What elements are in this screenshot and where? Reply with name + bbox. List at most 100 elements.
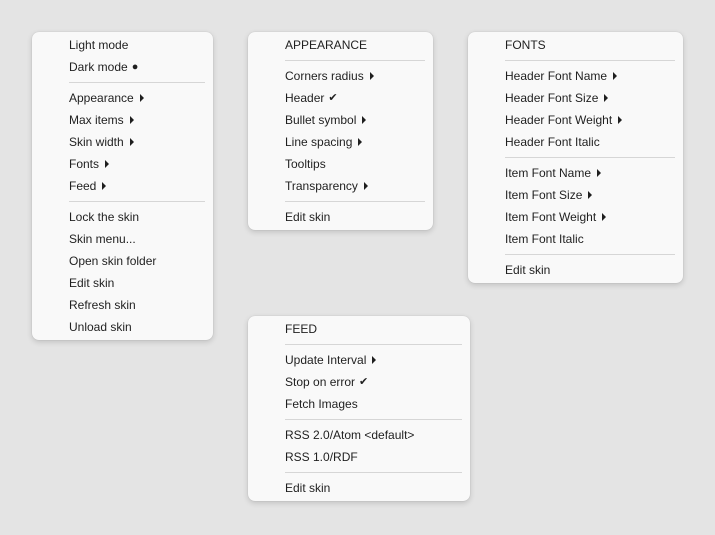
submenu-header: FEED — [285, 322, 318, 336]
menu-item-label: Transparency — [285, 179, 358, 193]
submenu-arrow-icon — [105, 160, 110, 168]
menu-item-label: Corners radius — [285, 69, 364, 83]
menu-item-refresh-skin[interactable]: Refresh skin — [40, 294, 205, 316]
menu-separator — [69, 82, 205, 83]
menu-item-corners-radius[interactable]: Corners radius — [256, 65, 425, 87]
submenu-arrow-icon — [139, 94, 144, 102]
feed-submenu: FEED Update Interval Stop on error ✔ Fet… — [248, 316, 470, 501]
menu-item-label: Light mode — [69, 38, 129, 52]
menu-item-label: RSS 2.0/Atom <default> — [285, 428, 415, 442]
menu-separator — [505, 254, 675, 255]
menu-item-header-font-name[interactable]: Header Font Name — [476, 65, 675, 87]
menu-separator — [285, 344, 462, 345]
menu-item-skin-width[interactable]: Skin width — [40, 131, 205, 153]
menu-separator — [285, 472, 462, 473]
menu-item-item-font-name[interactable]: Item Font Name — [476, 162, 675, 184]
menu-separator — [505, 60, 675, 61]
menu-item-header-font-size[interactable]: Header Font Size — [476, 87, 675, 109]
submenu-arrow-icon — [604, 94, 609, 102]
menu-item-edit-skin[interactable]: Edit skin — [256, 477, 462, 499]
submenu-arrow-icon — [362, 116, 367, 124]
menu-item-label: Item Font Italic — [505, 232, 584, 246]
menu-item-edit-skin[interactable]: Edit skin — [40, 272, 205, 294]
menu-item-edit-skin[interactable]: Edit skin — [256, 206, 425, 228]
menu-item-label: Fetch Images — [285, 397, 358, 411]
menu-item-appearance[interactable]: Appearance — [40, 87, 205, 109]
submenu-arrow-icon — [372, 356, 377, 364]
menu-separator — [505, 157, 675, 158]
menu-item-label: Skin width — [69, 135, 124, 149]
menu-item-transparency[interactable]: Transparency — [256, 175, 425, 197]
menu-item-label: Lock the skin — [69, 210, 140, 224]
menu-item-label: Stop on error — [285, 375, 356, 389]
menu-item-max-items[interactable]: Max items — [40, 109, 205, 131]
checkmark-icon: ✔ — [359, 375, 369, 388]
menu-item-label: Appearance — [69, 91, 134, 105]
menu-item-label: Refresh skin — [69, 298, 136, 312]
menu-item-label: Open skin folder — [69, 254, 157, 268]
checkmark-icon: ✔ — [328, 91, 338, 104]
menu-separator — [285, 60, 425, 61]
menu-item-rss-rdf[interactable]: RSS 1.0/RDF — [256, 446, 462, 468]
menu-item-label: Edit skin — [285, 481, 331, 495]
menu-item-label: Edit skin — [69, 276, 115, 290]
menu-item-light-mode[interactable]: Light mode — [40, 34, 205, 56]
submenu-arrow-icon — [129, 116, 134, 124]
menu-item-fetch-images[interactable]: Fetch Images — [256, 393, 462, 415]
menu-item-label: Header Font Size — [505, 91, 599, 105]
submenu-arrow-icon — [588, 191, 593, 199]
submenu-arrow-icon — [602, 213, 607, 221]
menu-item-line-spacing[interactable]: Line spacing — [256, 131, 425, 153]
menu-separator — [285, 419, 462, 420]
menu-item-fonts[interactable]: Fonts — [40, 153, 205, 175]
appearance-submenu: APPEARANCE Corners radius Header ✔ Bulle… — [248, 32, 433, 230]
menu-item-lock-skin[interactable]: Lock the skin — [40, 206, 205, 228]
menu-item-label: Tooltips — [285, 157, 326, 171]
menu-item-header-font-italic[interactable]: Header Font Italic — [476, 131, 675, 153]
menu-item-label: Feed — [69, 179, 97, 193]
menu-item-label: Header — [285, 91, 325, 105]
menu-item-label: Bullet symbol — [285, 113, 357, 127]
menu-item-label: Update Interval — [285, 353, 367, 367]
submenu-arrow-icon — [129, 138, 134, 146]
submenu-arrow-icon — [597, 169, 602, 177]
menu-item-label: Item Font Size — [505, 188, 583, 202]
menu-item-label: Header Font Weight — [505, 113, 613, 127]
menu-item-label: Fonts — [69, 157, 100, 171]
submenu-arrow-icon — [618, 116, 623, 124]
menu-item-open-skin-folder[interactable]: Open skin folder — [40, 250, 205, 272]
menu-item-label: Skin menu... — [69, 232, 136, 246]
menu-item-item-font-italic[interactable]: Item Font Italic — [476, 228, 675, 250]
menu-separator — [69, 201, 205, 202]
fonts-submenu: FONTS Header Font Name Header Font Size … — [468, 32, 683, 283]
menu-item-label: Max items — [69, 113, 124, 127]
submenu-header: FONTS — [505, 38, 546, 52]
menu-item-edit-skin[interactable]: Edit skin — [476, 259, 675, 281]
menu-separator — [285, 201, 425, 202]
menu-item-item-font-weight[interactable]: Item Font Weight — [476, 206, 675, 228]
menu-item-feed[interactable]: Feed — [40, 175, 205, 197]
submenu-arrow-icon — [102, 182, 107, 190]
menu-item-dark-mode[interactable]: Dark mode ● — [40, 56, 205, 78]
menu-item-update-interval[interactable]: Update Interval — [256, 349, 462, 371]
menu-item-label: Dark mode — [69, 60, 128, 74]
menu-item-rss-atom[interactable]: RSS 2.0/Atom <default> — [256, 424, 462, 446]
skin-context-menu: Light mode Dark mode ● Appearance Max it… — [32, 32, 213, 340]
menu-item-tooltips[interactable]: Tooltips — [256, 153, 425, 175]
menu-item-label: Header Font Name — [505, 69, 608, 83]
menu-item-label: Item Font Name — [505, 166, 592, 180]
menu-item-label: Line spacing — [285, 135, 353, 149]
menu-item-unload-skin[interactable]: Unload skin — [40, 316, 205, 338]
menu-item-header[interactable]: Header ✔ — [256, 87, 425, 109]
submenu-arrow-icon — [363, 182, 368, 190]
menu-item-skin-menu[interactable]: Skin menu... — [40, 228, 205, 250]
submenu-arrow-icon — [358, 138, 363, 146]
menu-item-item-font-size[interactable]: Item Font Size — [476, 184, 675, 206]
menu-item-bullet-symbol[interactable]: Bullet symbol — [256, 109, 425, 131]
menu-item-label: Header Font Italic — [505, 135, 600, 149]
menu-item-header-font-weight[interactable]: Header Font Weight — [476, 109, 675, 131]
menu-item-label: Edit skin — [285, 210, 331, 224]
menu-item-label: Unload skin — [69, 320, 132, 334]
submenu-arrow-icon — [613, 72, 618, 80]
menu-item-stop-on-error[interactable]: Stop on error ✔ — [256, 371, 462, 393]
